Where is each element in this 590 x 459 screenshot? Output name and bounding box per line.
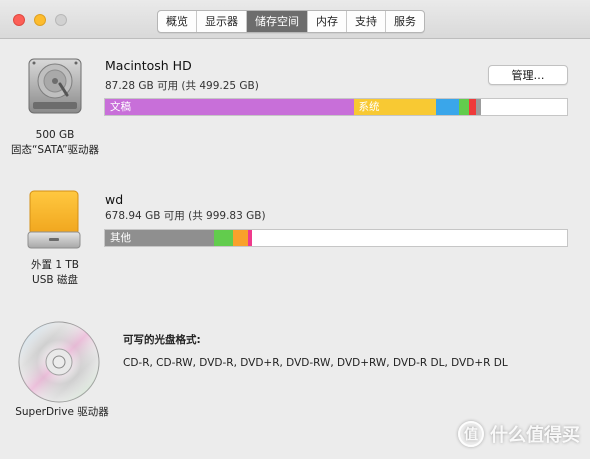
tab-service[interactable]: 服务	[385, 11, 424, 32]
hd-available-space: 87.28 GB 可用 (共 499.25 GB)	[105, 80, 259, 92]
usage-segment[interactable]	[214, 230, 233, 246]
optical-disc-icon	[18, 321, 100, 403]
writable-formats-list: CD-R, CD-RW, DVD-R, DVD+R, DVD-RW, DVD+R…	[123, 357, 508, 369]
usage-segment[interactable]	[476, 99, 482, 115]
zoom-window-button[interactable]	[55, 14, 67, 26]
wd-type-label: USB 磁盘	[32, 274, 78, 286]
watermark: 值 什么值得买	[458, 421, 580, 447]
usage-segment[interactable]: 文稿	[105, 99, 354, 115]
minimize-window-button[interactable]	[34, 14, 46, 26]
hd-type-label: 固态“SATA”驱动器	[10, 144, 100, 156]
watermark-logo-icon: 值	[458, 421, 484, 447]
usage-segment-label: 文稿	[110, 101, 131, 113]
storage-panel: 500 GB 固态“SATA”驱动器 Macintosh HD 87.28 GB…	[0, 39, 590, 459]
wd-disk-name: wd	[105, 192, 124, 207]
tab-displays[interactable]: 显示器	[196, 11, 246, 32]
usage-segment[interactable]	[247, 230, 252, 246]
tab-storage[interactable]: 储存空间	[246, 11, 307, 32]
usage-segment[interactable]	[435, 99, 460, 115]
usage-segment-label: 其他	[110, 232, 131, 244]
usage-segment[interactable]: 其他	[105, 230, 215, 246]
hd-usage-bar: 文稿 系统	[104, 98, 568, 116]
tab-support[interactable]: 支持	[346, 11, 385, 32]
watermark-text: 什么值得买	[490, 425, 580, 446]
tab-overview[interactable]: 概览	[158, 11, 196, 32]
tab-memory[interactable]: 内存	[307, 11, 346, 32]
superdrive-label: SuperDrive 驱动器	[15, 406, 109, 418]
usage-segment[interactable]	[469, 99, 477, 115]
close-window-button[interactable]	[13, 14, 25, 26]
usage-segment-label: 系统	[358, 101, 380, 113]
wd-available-space: 678.94 GB 可用 (共 999.83 GB)	[105, 210, 266, 222]
manage-button[interactable]: 管理…	[488, 65, 568, 85]
wd-usage-bar: 其他	[104, 229, 568, 247]
wd-capacity-label: 外置 1 TB	[31, 259, 79, 271]
writable-formats-title: 可写的光盘格式:	[123, 334, 201, 346]
segmented-tab-control: 概览 显示器 储存空间 内存 支持 服务	[157, 10, 425, 33]
usage-segment[interactable]	[232, 230, 248, 246]
hd-disk-name: Macintosh HD	[105, 58, 192, 73]
hard-drive-icon	[28, 58, 82, 114]
usage-segment[interactable]	[459, 99, 470, 115]
external-drive-icon	[27, 190, 81, 249]
hd-capacity-label: 500 GB	[35, 129, 75, 141]
window-titlebar: 概览 显示器 储存空间 内存 支持 服务	[0, 0, 590, 39]
usage-segment[interactable]: 系统	[353, 99, 436, 115]
